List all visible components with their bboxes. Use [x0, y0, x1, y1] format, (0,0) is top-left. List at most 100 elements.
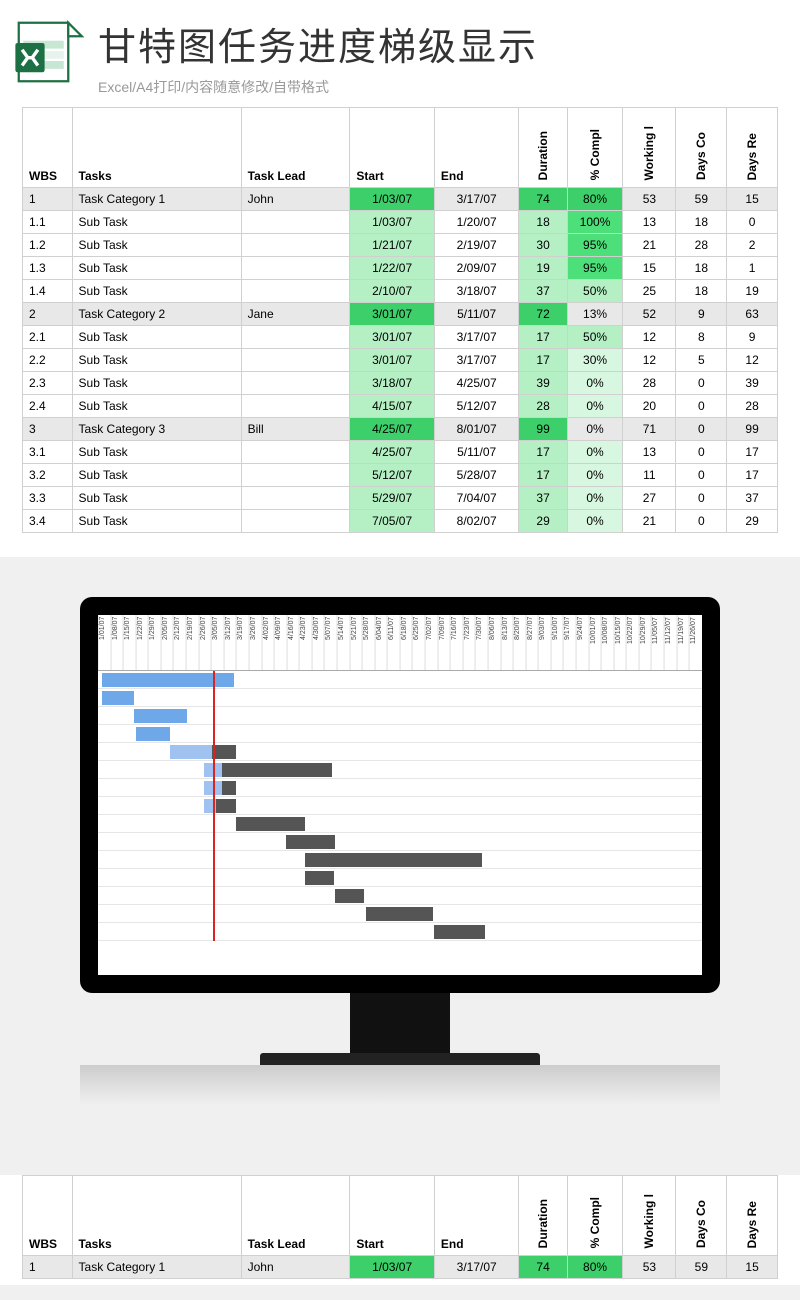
cell[interactable]: 3 — [23, 418, 73, 441]
col-header[interactable]: Working l — [623, 108, 676, 188]
col-header[interactable]: Tasks — [72, 108, 241, 188]
col-header[interactable]: Days Re — [727, 108, 778, 188]
cell[interactable]: 1.2 — [23, 234, 73, 257]
table-row[interactable]: 3.3Sub Task5/29/077/04/07370%27037 — [23, 487, 778, 510]
cell[interactable] — [241, 464, 350, 487]
cell[interactable] — [241, 487, 350, 510]
col-header[interactable]: Duration — [519, 108, 567, 188]
cell[interactable]: 37 — [727, 487, 778, 510]
cell[interactable]: 8/01/07 — [434, 418, 519, 441]
cell[interactable]: 74 — [519, 188, 567, 211]
cell[interactable]: 63 — [727, 303, 778, 326]
cell[interactable]: 12 — [623, 326, 676, 349]
table-row[interactable]: 1.3Sub Task1/22/072/09/071995%15181 — [23, 257, 778, 280]
cell[interactable]: 11 — [623, 464, 676, 487]
cell[interactable]: 30% — [567, 349, 623, 372]
col-header[interactable]: Working l — [623, 1176, 676, 1256]
cell[interactable]: 3/17/07 — [434, 326, 519, 349]
col-header[interactable]: Days Re — [727, 1176, 778, 1256]
col-header[interactable]: Days Co — [676, 108, 727, 188]
cell[interactable]: 2 — [23, 303, 73, 326]
cell[interactable]: 3/17/07 — [434, 349, 519, 372]
cell[interactable]: Sub Task — [72, 326, 241, 349]
cell[interactable]: 1/03/07 — [350, 211, 435, 234]
cell[interactable]: 3.3 — [23, 487, 73, 510]
cell[interactable] — [241, 234, 350, 257]
col-header[interactable]: WBS — [23, 1176, 73, 1256]
col-header[interactable]: Start — [350, 108, 435, 188]
col-header[interactable]: Duration — [519, 1176, 567, 1256]
cell[interactable]: 7/05/07 — [350, 510, 435, 533]
cell[interactable]: 5 — [676, 349, 727, 372]
cell[interactable]: 2/10/07 — [350, 280, 435, 303]
cell[interactable]: 2.3 — [23, 372, 73, 395]
table-row[interactable]: 2.1Sub Task3/01/073/17/071750%1289 — [23, 326, 778, 349]
gantt-data-table[interactable]: WBSTasksTask LeadStartEndDuration% Compl… — [22, 107, 778, 533]
cell[interactable]: 3/01/07 — [350, 349, 435, 372]
cell[interactable]: 5/11/07 — [434, 441, 519, 464]
cell[interactable]: 4/25/07 — [350, 441, 435, 464]
cell[interactable] — [241, 510, 350, 533]
cell[interactable]: Task Category 2 — [72, 303, 241, 326]
cell[interactable]: 5/12/07 — [434, 395, 519, 418]
cell[interactable]: 59 — [676, 188, 727, 211]
cell[interactable]: 2.1 — [23, 326, 73, 349]
cell[interactable]: 4/15/07 — [350, 395, 435, 418]
cell[interactable]: 5/11/07 — [434, 303, 519, 326]
cell[interactable]: 12 — [727, 349, 778, 372]
cell[interactable]: 0% — [567, 372, 623, 395]
cell[interactable]: 0 — [676, 395, 727, 418]
cell[interactable]: 3.2 — [23, 464, 73, 487]
cell[interactable]: John — [241, 188, 350, 211]
col-header[interactable]: WBS — [23, 108, 73, 188]
cell[interactable]: 1 — [23, 188, 73, 211]
cell[interactable]: 1.4 — [23, 280, 73, 303]
cell[interactable]: Sub Task — [72, 464, 241, 487]
cell[interactable]: 1 — [727, 257, 778, 280]
cell[interactable]: 17 — [519, 349, 567, 372]
col-header[interactable]: % Compl — [567, 1176, 623, 1256]
table-row[interactable]: 3Task Category 3Bill4/25/078/01/07990%71… — [23, 418, 778, 441]
cell[interactable]: 0 — [676, 418, 727, 441]
cell[interactable]: 39 — [727, 372, 778, 395]
cell[interactable]: Sub Task — [72, 441, 241, 464]
cell[interactable]: Sub Task — [72, 280, 241, 303]
cell[interactable] — [241, 280, 350, 303]
cell[interactable]: 8/02/07 — [434, 510, 519, 533]
cell[interactable]: 3/18/07 — [350, 372, 435, 395]
cell[interactable]: 12 — [623, 349, 676, 372]
cell[interactable]: 17 — [519, 464, 567, 487]
cell[interactable]: 25 — [623, 280, 676, 303]
cell[interactable]: Task Category 3 — [72, 418, 241, 441]
cell[interactable]: Task Category 1 — [72, 188, 241, 211]
cell[interactable]: 0% — [567, 464, 623, 487]
cell[interactable]: 0 — [676, 441, 727, 464]
cell[interactable]: Sub Task — [72, 211, 241, 234]
cell[interactable] — [241, 395, 350, 418]
cell[interactable]: 3/01/07 — [350, 326, 435, 349]
col-header[interactable]: End — [434, 108, 519, 188]
table-row[interactable]: 1.1Sub Task1/03/071/20/0718100%13180 — [23, 211, 778, 234]
cell[interactable]: 0% — [567, 395, 623, 418]
cell[interactable]: 9 — [727, 326, 778, 349]
cell[interactable]: Jane — [241, 303, 350, 326]
cell[interactable]: Sub Task — [72, 510, 241, 533]
cell[interactable]: 2.2 — [23, 349, 73, 372]
cell[interactable]: 0% — [567, 487, 623, 510]
cell[interactable]: 20 — [623, 395, 676, 418]
col-header[interactable]: Start — [350, 1176, 435, 1256]
cell[interactable] — [241, 372, 350, 395]
cell[interactable]: 29 — [519, 510, 567, 533]
cell[interactable]: 80% — [567, 188, 623, 211]
cell[interactable]: 2 — [727, 234, 778, 257]
cell[interactable]: 99 — [727, 418, 778, 441]
cell[interactable]: Sub Task — [72, 395, 241, 418]
cell[interactable]: 99 — [519, 418, 567, 441]
cell[interactable]: 1/03/07 — [350, 188, 435, 211]
cell[interactable]: 28 — [676, 234, 727, 257]
cell[interactable]: 0 — [676, 464, 727, 487]
cell[interactable]: 13% — [567, 303, 623, 326]
cell[interactable]: 28 — [519, 395, 567, 418]
cell[interactable]: 1/20/07 — [434, 211, 519, 234]
cell[interactable]: 28 — [727, 395, 778, 418]
